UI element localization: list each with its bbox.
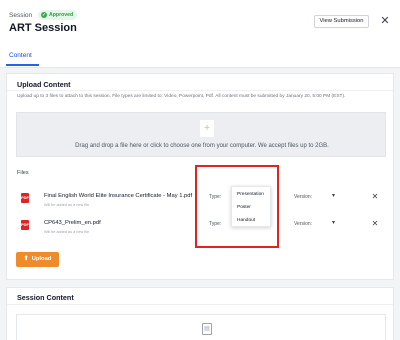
header-divider xyxy=(0,67,400,68)
type-option-poster[interactable]: Poster xyxy=(232,201,270,214)
upload-button[interactable]: ⬆ Upload xyxy=(16,252,59,267)
file-name: Final English World Elite Insurance Cert… xyxy=(44,193,193,199)
active-tab-indicator xyxy=(6,64,39,66)
upload-content-title: Upload Content xyxy=(17,80,71,89)
files-label: Files xyxy=(17,170,29,176)
session-content-dropzone[interactable]: ▤ xyxy=(16,314,386,340)
type-label: Type: xyxy=(209,221,222,227)
status-badge: ✓ Approved xyxy=(38,10,78,20)
view-submission-button[interactable]: View Submission xyxy=(314,15,369,28)
dropzone-text: Drag and drop a file here or click to ch… xyxy=(75,143,329,149)
plus-icon: + xyxy=(200,120,214,137)
card-divider xyxy=(7,90,393,91)
type-option-handout[interactable]: Handout xyxy=(232,214,270,227)
type-option-presentation[interactable]: Presentation xyxy=(232,188,270,201)
header: Session ✓ Approved ART Session View Subm… xyxy=(0,0,400,68)
pdf-file-icon: PDF xyxy=(21,220,29,230)
version-dropdown-chevron-icon[interactable]: ▾ xyxy=(332,219,335,226)
file-row: PDF Final English World Elite Insurance … xyxy=(7,192,393,214)
type-label: Type: xyxy=(209,194,222,200)
document-icon: ▤ xyxy=(202,323,212,335)
type-dropdown-menu: Presentation Poster Handout xyxy=(231,186,271,227)
file-note: Will be added as a new file xyxy=(44,203,90,207)
tab-content[interactable]: Content xyxy=(9,52,32,59)
breadcrumb: Session xyxy=(9,12,33,19)
session-content-card: Session Content ▤ xyxy=(6,287,394,340)
upload-arrow-icon: ⬆ xyxy=(23,256,29,262)
version-label: Version: xyxy=(294,221,313,227)
check-icon: ✓ xyxy=(41,12,47,18)
version-dropdown-chevron-icon[interactable]: ▾ xyxy=(332,192,335,199)
upload-content-card: Upload Content Upload up to 3 files to a… xyxy=(6,73,394,280)
file-name: CP643_Prelim_en.pdf xyxy=(44,220,101,226)
upload-button-label: Upload xyxy=(31,256,52,262)
close-icon[interactable]: ✕ xyxy=(378,14,392,28)
page: Session ✓ Approved ART Session View Subm… xyxy=(0,0,400,340)
file-note: Will be added as a new file xyxy=(44,230,90,234)
card-divider xyxy=(7,304,393,305)
file-dropzone[interactable]: + Drag and drop a file here or click to … xyxy=(16,112,386,157)
session-content-title: Session Content xyxy=(17,293,74,302)
remove-file-icon[interactable]: ✕ xyxy=(370,219,380,229)
version-label: Version: xyxy=(294,194,313,200)
upload-description: Upload up to 3 files to attach to this s… xyxy=(17,94,346,99)
status-badge-label: Approved xyxy=(49,12,74,18)
file-row: PDF CP643_Prelim_en.pdf Will be added as… xyxy=(7,219,393,241)
pdf-file-icon: PDF xyxy=(21,193,29,203)
page-title: ART Session xyxy=(9,22,77,34)
remove-file-icon[interactable]: ✕ xyxy=(370,192,380,202)
